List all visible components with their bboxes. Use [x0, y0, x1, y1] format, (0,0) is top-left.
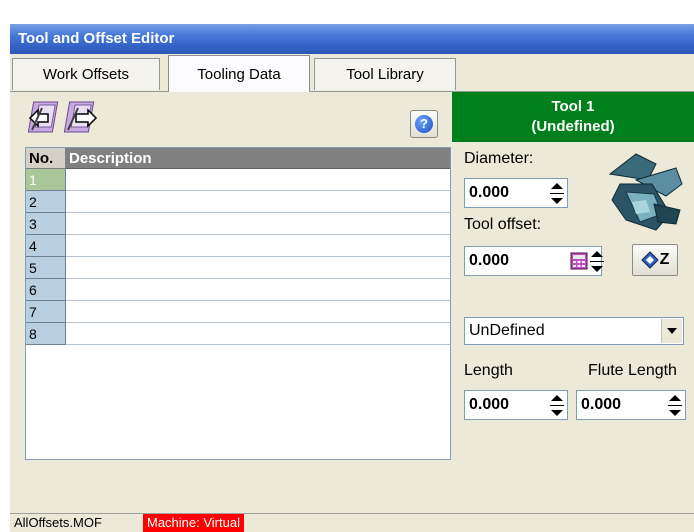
- row-description[interactable]: [66, 235, 450, 257]
- tab-work-offsets[interactable]: Work Offsets: [12, 58, 160, 90]
- tab-strip: Work Offsets Tooling Data Tool Library: [10, 54, 694, 92]
- column-header-description[interactable]: Description: [66, 148, 450, 169]
- table-header: No. Description: [26, 148, 450, 169]
- tool-list-toolbar: ?: [10, 92, 452, 144]
- row-description[interactable]: [66, 213, 450, 235]
- row-description[interactable]: [66, 301, 450, 323]
- tool-list-pane: ? No. Description 1 2 3 4 5 6 7 8: [10, 92, 452, 513]
- row-number[interactable]: 6: [26, 279, 66, 301]
- table-row[interactable]: 6: [26, 279, 450, 301]
- length-spinner[interactable]: [548, 392, 566, 418]
- row-description[interactable]: [66, 191, 450, 213]
- row-number[interactable]: 8: [26, 323, 66, 345]
- touch-off-icon: [640, 251, 659, 269]
- column-header-no[interactable]: No.: [26, 148, 66, 169]
- table-row[interactable]: 7: [26, 301, 450, 323]
- tool-holder-icon: [608, 153, 683, 231]
- help-icon: ?: [415, 115, 433, 133]
- tool-header: Tool 1 (Undefined): [452, 92, 694, 142]
- row-number[interactable]: 2: [26, 191, 66, 213]
- touch-off-z-button[interactable]: Z: [632, 244, 678, 276]
- tool-offset-spinner[interactable]: [588, 248, 606, 274]
- tab-tool-library[interactable]: Tool Library: [314, 58, 456, 90]
- row-description[interactable]: [66, 279, 450, 301]
- tool-type-value: UnDefined: [469, 322, 545, 339]
- tool-table: No. Description 1 2 3 4 5 6 7 8: [25, 147, 451, 460]
- row-description[interactable]: [66, 257, 450, 279]
- diameter-spinner[interactable]: [548, 180, 566, 206]
- row-number[interactable]: 4: [26, 235, 66, 257]
- flute-length-spinner[interactable]: [666, 392, 684, 418]
- length-label: Length: [464, 362, 513, 379]
- table-row[interactable]: 2: [26, 191, 450, 213]
- export-arrow-icon: [64, 101, 98, 133]
- row-description[interactable]: [66, 323, 450, 345]
- window-title: Tool and Offset Editor: [10, 24, 694, 54]
- calculator-button[interactable]: [570, 252, 588, 270]
- help-button[interactable]: ?: [410, 110, 438, 138]
- tool-subtitle: (Undefined): [531, 118, 615, 135]
- tool-offset-editor-window: Tool and Offset Editor Work Offsets Tool…: [10, 24, 694, 532]
- row-number[interactable]: 5: [26, 257, 66, 279]
- export-button[interactable]: [64, 100, 98, 136]
- tab-tooling-data[interactable]: Tooling Data: [168, 55, 310, 92]
- table-row[interactable]: 1: [26, 169, 450, 191]
- table-row[interactable]: 3: [26, 213, 450, 235]
- calculator-icon: [570, 252, 588, 270]
- touch-off-z-label: Z: [659, 251, 670, 268]
- row-number[interactable]: 7: [26, 301, 66, 323]
- table-row[interactable]: 4: [26, 235, 450, 257]
- tool-offset-label: Tool offset:: [464, 216, 542, 233]
- table-row[interactable]: 8: [26, 323, 450, 345]
- tool-properties-pane: Tool 1 (Undefined) Diameter: 0.000 Tool …: [452, 92, 694, 513]
- dropdown-arrow-icon[interactable]: [661, 319, 682, 343]
- import-button[interactable]: [28, 100, 62, 136]
- tool-title: Tool 1: [551, 98, 595, 115]
- status-machine: Machine: Virtual: [143, 514, 244, 532]
- status-file-name: AllOffsets.MOF: [14, 515, 102, 530]
- row-number[interactable]: 1: [26, 169, 66, 191]
- status-bar: AllOffsets.MOF Machine: Virtual: [10, 513, 694, 532]
- table-row[interactable]: 5: [26, 257, 450, 279]
- tool-type-select[interactable]: UnDefined: [464, 317, 684, 345]
- row-description[interactable]: [66, 169, 450, 191]
- row-number[interactable]: 3: [26, 213, 66, 235]
- diameter-label: Diameter:: [464, 150, 534, 167]
- flute-length-label: Flute Length: [588, 362, 677, 379]
- import-arrow-icon: [28, 101, 59, 133]
